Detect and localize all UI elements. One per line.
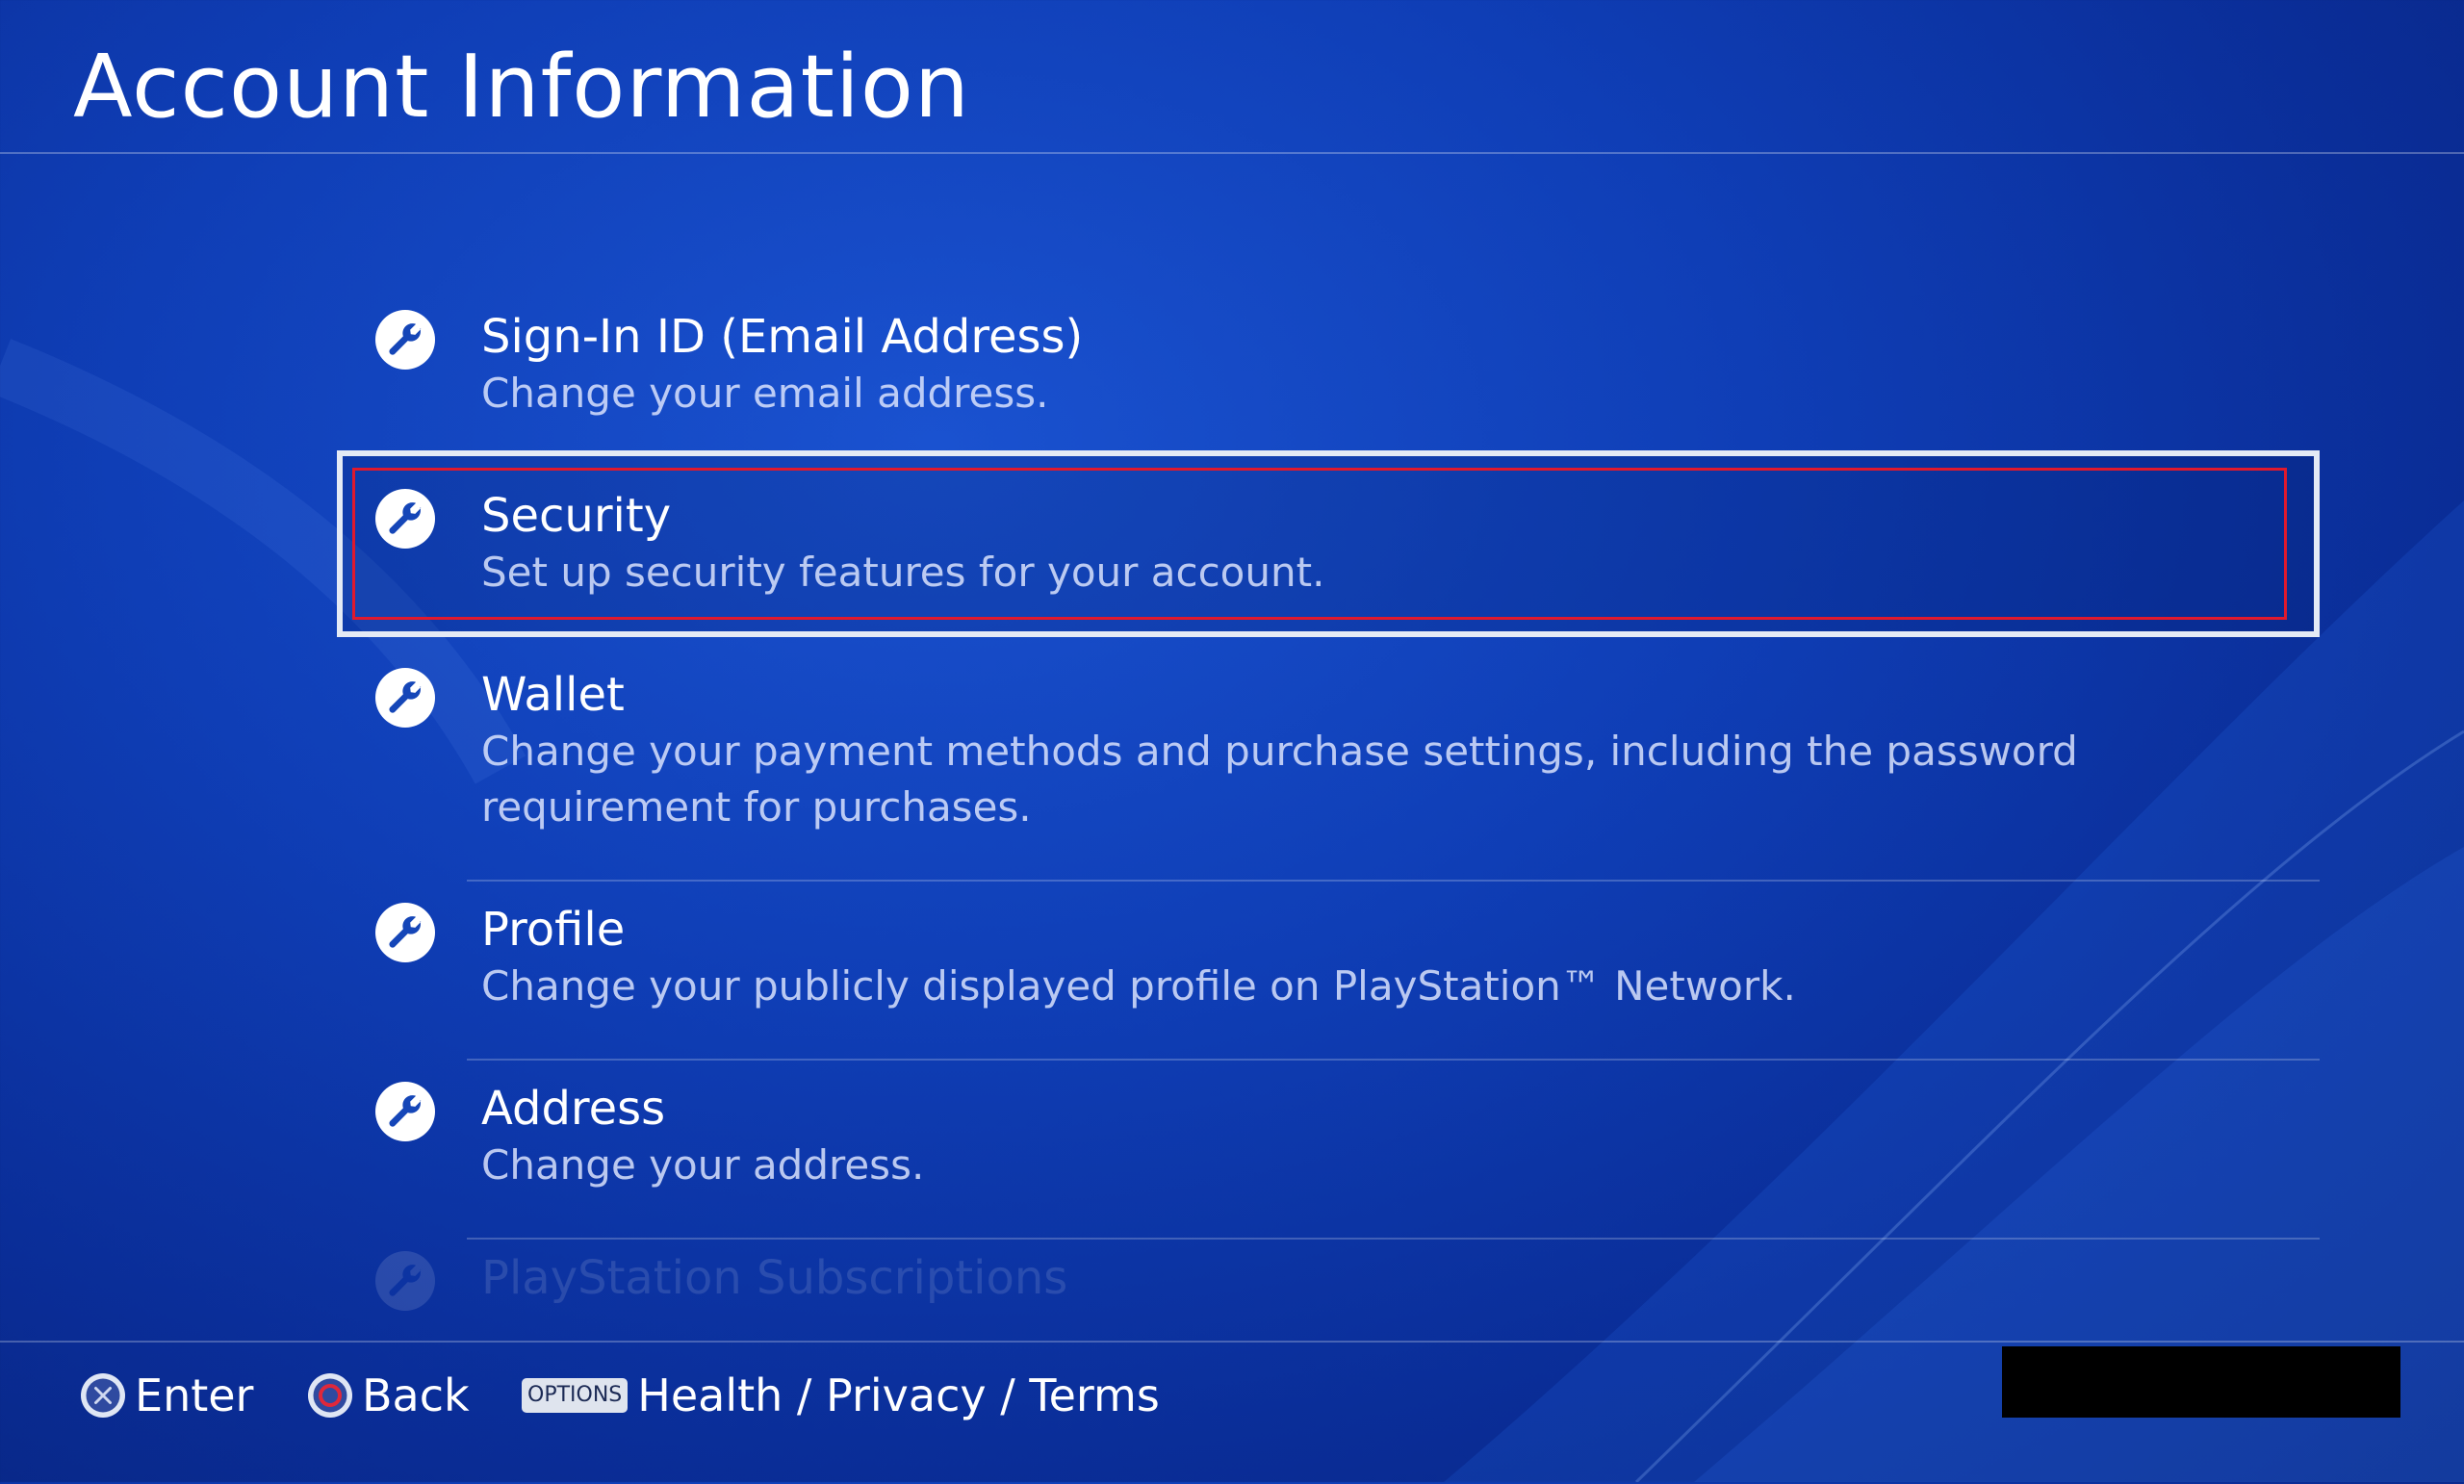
wrench-icon bbox=[375, 310, 435, 370]
options-label: Health / Privacy / Terms bbox=[637, 1369, 1160, 1421]
wrench-icon bbox=[375, 668, 435, 728]
menu-item-description: Change your payment methods and purchase… bbox=[481, 728, 2078, 831]
menu-item-playstation-subscriptions[interactable]: PlayStation Subscriptions bbox=[337, 1240, 2320, 1336]
enter-hint[interactable]: Enter bbox=[81, 1362, 253, 1429]
circle-button-icon bbox=[308, 1373, 352, 1418]
menu-item-label: Sign-In ID (Email Address) bbox=[481, 310, 1084, 364]
wrench-icon bbox=[375, 1082, 435, 1141]
menu-item-label: Address bbox=[481, 1082, 666, 1136]
wrench-icon bbox=[375, 1251, 435, 1311]
enter-label: Enter bbox=[135, 1369, 254, 1421]
back-hint[interactable]: Back bbox=[308, 1362, 470, 1429]
menu-item-address[interactable]: Address Change your address. bbox=[337, 1061, 2320, 1240]
menu-item-label: Profile bbox=[481, 903, 626, 957]
options-hint[interactable]: OPTIONS Health / Privacy / Terms bbox=[522, 1362, 1160, 1429]
menu-item-label: PlayStation Subscriptions bbox=[481, 1251, 1068, 1305]
menu-item-profile[interactable]: Profile Change your publicly displayed p… bbox=[337, 882, 2320, 1061]
menu-list: Sign-In ID (Email Address) Change your e… bbox=[337, 289, 2320, 1336]
menu-item-description: Change your address. bbox=[481, 1141, 925, 1189]
back-label: Back bbox=[362, 1369, 470, 1421]
menu-item-label: Security bbox=[481, 489, 672, 543]
menu-item-label: Wallet bbox=[481, 668, 625, 722]
wrench-icon bbox=[375, 903, 435, 962]
menu-item-sign-in-id[interactable]: Sign-In ID (Email Address) Change your e… bbox=[337, 289, 2320, 468]
wrench-icon bbox=[375, 489, 435, 549]
redacted-area bbox=[2002, 1346, 2400, 1418]
page-title: Account Information bbox=[73, 37, 970, 138]
header-bar: Account Information bbox=[0, 0, 2464, 154]
menu-item-description: Set up security features for your accoun… bbox=[481, 549, 1325, 596]
menu-item-security[interactable]: Security Set up security features for yo… bbox=[337, 468, 2320, 647]
cross-button-icon bbox=[81, 1373, 125, 1418]
menu-item-description: Change your email address. bbox=[481, 370, 1049, 417]
menu-item-description: Change your publicly displayed profile o… bbox=[481, 962, 1796, 1010]
menu-item-wallet[interactable]: Wallet Change your payment methods and p… bbox=[337, 647, 2320, 882]
options-button-icon: OPTIONS bbox=[522, 1378, 629, 1413]
